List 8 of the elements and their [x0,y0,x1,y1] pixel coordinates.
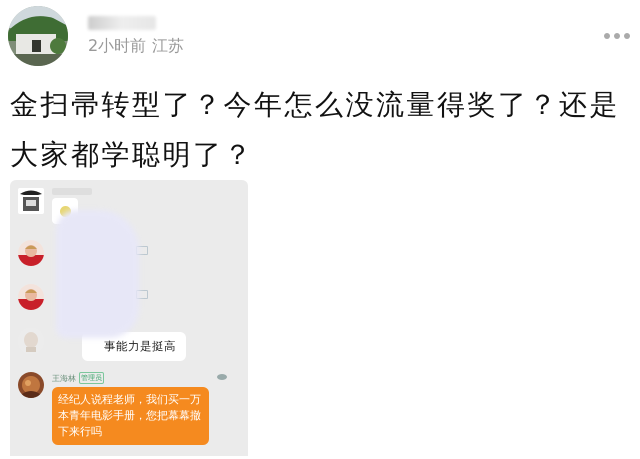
post-location: 江苏 [152,36,184,56]
more-icon[interactable] [604,33,630,39]
redacted-username [88,16,156,30]
sender-name: 王海林 [52,372,76,384]
message-bubble: 经纪人说程老师，我们买一万本青年电影手册，您把幕幕撤下来行吗 [52,387,209,445]
post-text: 金扫帚转型了？今年怎么没流量得奖了？还是大家都学聪明了？ [10,87,621,173]
status-icon [217,374,227,380]
post-time: 2小时前 [88,36,146,56]
